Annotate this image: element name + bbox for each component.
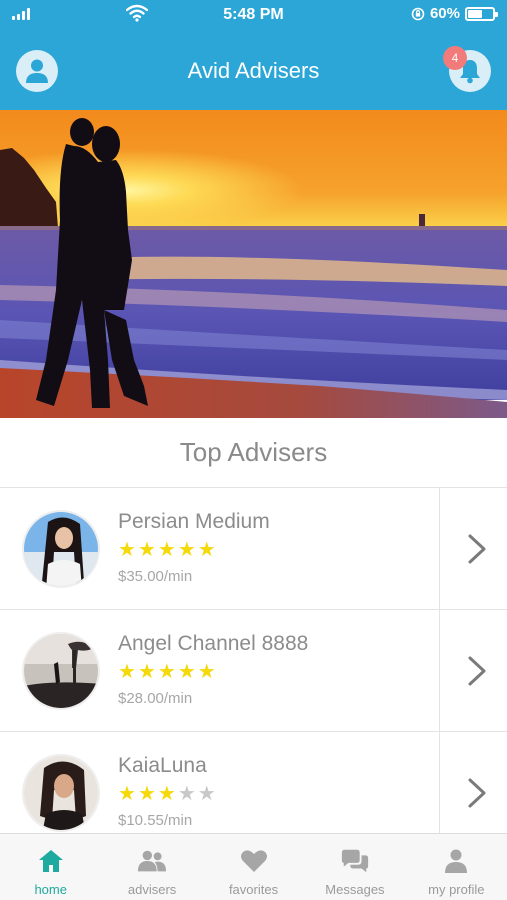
tab-label: my profile <box>428 882 485 897</box>
star-filled-icon: ★ <box>118 661 136 683</box>
status-bar: 5:48 PM 60% <box>0 0 507 30</box>
star-filled-icon: ★ <box>157 783 176 805</box>
chevron-right-icon[interactable] <box>462 652 490 690</box>
battery-fill <box>468 9 482 18</box>
tab-advisers[interactable]: advisers <box>101 834 202 900</box>
chevron-right-icon[interactable] <box>462 774 490 812</box>
tab-label: advisers <box>127 882 177 897</box>
adviser-name: KaiaLuna <box>118 754 207 777</box>
tab-label: home <box>34 882 67 897</box>
star-filled-icon: ★ <box>118 783 136 805</box>
section-title: Top Advisers <box>0 418 507 488</box>
adviser-name: Angel Channel 8888 <box>118 632 309 655</box>
tab-label: favorites <box>228 882 279 897</box>
star-filled-icon: ★ <box>157 539 176 561</box>
star-filled-icon: ★ <box>197 661 216 683</box>
star-filled-icon: ★ <box>197 539 216 561</box>
beach-sunset-illustration <box>0 110 507 418</box>
rating-stars: ★ ★ ★ ★ ★ <box>118 540 216 560</box>
tab-home[interactable]: home <box>0 834 101 900</box>
tab-favorites[interactable]: favorites <box>203 834 304 900</box>
row-divider <box>439 610 440 731</box>
rating-stars: ★ ★ ★ ★ ★ <box>118 784 216 804</box>
heart-icon <box>239 846 269 876</box>
star-filled-icon: ★ <box>177 539 196 561</box>
adviser-price: $10.55/min <box>118 812 193 829</box>
chevron-right-icon[interactable] <box>462 530 490 568</box>
app-header: 5:48 PM 60% Avid Advisers 4 <box>0 0 507 110</box>
star-filled-icon: ★ <box>118 539 136 561</box>
adviser-avatar <box>22 510 100 588</box>
battery-percent: 60% <box>429 5 460 22</box>
star-empty-icon: ★ <box>197 783 216 805</box>
rating-stars: ★ ★ ★ ★ ★ <box>118 662 216 682</box>
tab-messages[interactable]: Messages <box>304 834 405 900</box>
app-title: Avid Advisers <box>187 58 320 83</box>
adviser-row[interactable]: Angel Channel 8888 ★ ★ ★ ★ ★ $28.00/min <box>0 610 507 732</box>
battery-indicator: 60% <box>411 5 498 22</box>
star-filled-icon: ★ <box>137 661 156 683</box>
hero-banner-image <box>0 110 507 418</box>
home-icon <box>36 846 66 876</box>
adviser-price: $28.00/min <box>118 690 193 707</box>
person-icon <box>441 846 471 876</box>
star-filled-icon: ★ <box>137 539 156 561</box>
tab-label: Messages <box>325 882 385 897</box>
adviser-name: Persian Medium <box>118 510 270 533</box>
people-icon <box>137 846 167 876</box>
notification-badge: 4 <box>443 46 467 70</box>
adviser-avatar <box>22 754 100 832</box>
chat-icon <box>340 846 370 876</box>
star-filled-icon: ★ <box>157 661 176 683</box>
star-empty-icon: ★ <box>177 783 196 805</box>
star-filled-icon: ★ <box>137 783 156 805</box>
advisers-list: Persian Medium ★ ★ ★ ★ ★ $35.00/min Angel Ch… <box>0 488 507 854</box>
adviser-price: $35.00/min <box>118 568 193 585</box>
row-divider <box>439 488 440 609</box>
star-filled-icon: ★ <box>177 661 196 683</box>
tab-my-profile[interactable]: my profile <box>406 834 507 900</box>
adviser-avatar <box>22 632 100 710</box>
rotation-lock-icon <box>411 7 425 20</box>
adviser-row[interactable]: Persian Medium ★ ★ ★ ★ ★ $35.00/min <box>0 488 507 610</box>
battery-icon <box>465 6 498 21</box>
bottom-tab-bar: home advisers favorites Messages my prof… <box>0 833 507 900</box>
